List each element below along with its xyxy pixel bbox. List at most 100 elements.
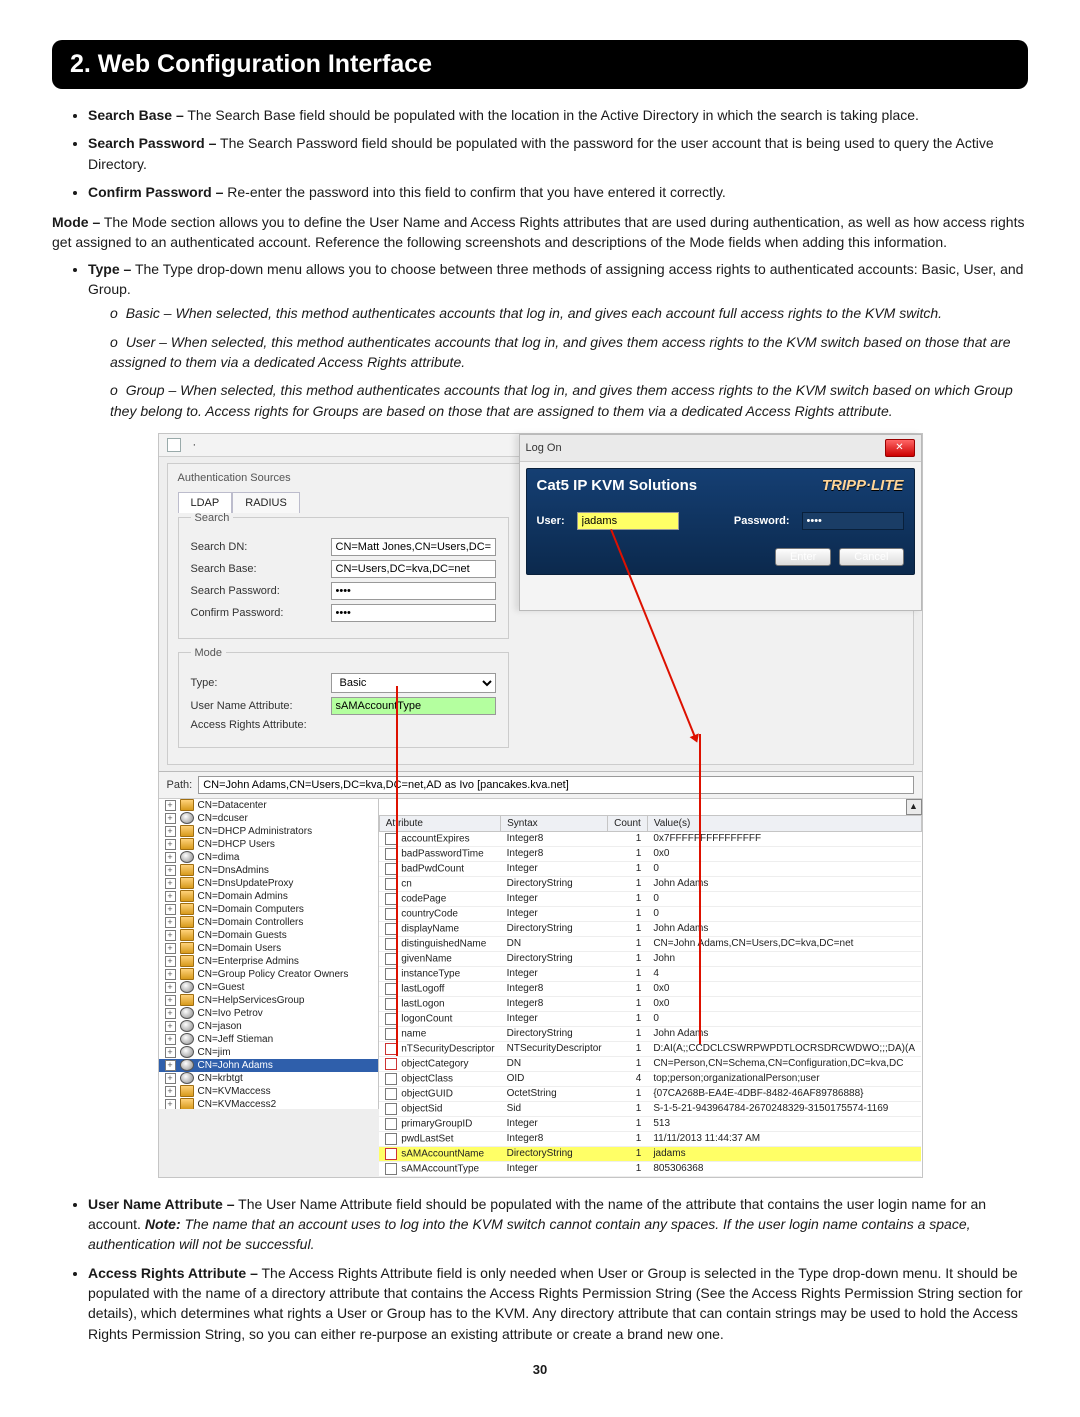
tree-node[interactable]: +CN=Group Policy Creator Owners	[159, 968, 378, 981]
tree-toggle-icon[interactable]: +	[165, 1008, 176, 1019]
attr-syntax: DirectoryString	[501, 951, 608, 966]
ldap-tree[interactable]: +CN=Datacenter+CN=dcuser+CN=DHCP Adminis…	[159, 799, 379, 1109]
attr-row[interactable]: cnDirectoryString1John Adams	[379, 876, 921, 891]
confirm-password-input[interactable]	[331, 604, 496, 622]
tree-toggle-icon[interactable]: +	[165, 995, 176, 1006]
attr-row[interactable]: objectCategoryDN1CN=Person,CN=Schema,CN=…	[379, 1056, 921, 1071]
tab-radius[interactable]: RADIUS	[232, 492, 300, 513]
tree-toggle-icon[interactable]: +	[165, 1099, 176, 1109]
tree-toggle-icon[interactable]: +	[165, 800, 176, 811]
attr-row[interactable]: codePageInteger10	[379, 891, 921, 906]
tree-toggle-icon[interactable]: +	[165, 930, 176, 941]
col-syntax[interactable]: Syntax	[501, 815, 608, 831]
tree-node[interactable]: +CN=krbtgt	[159, 1072, 378, 1085]
ldap-path-input[interactable]	[198, 776, 913, 794]
tree-toggle-icon[interactable]: +	[165, 917, 176, 928]
attr-row[interactable]: distinguishedNameDN1CN=John Adams,CN=Use…	[379, 936, 921, 951]
search-password-input[interactable]	[331, 582, 496, 600]
mode-type-select[interactable]: Basic	[331, 673, 496, 693]
tree-toggle-icon[interactable]: +	[165, 1021, 176, 1032]
tab-ldap[interactable]: LDAP	[178, 492, 233, 513]
tree-node[interactable]: +CN=dcuser	[159, 812, 378, 825]
tree-toggle-icon[interactable]: +	[165, 956, 176, 967]
attr-row[interactable]: instanceTypeInteger14	[379, 966, 921, 981]
page-number: 30	[52, 1362, 1028, 1377]
attr-row[interactable]: lastLogoffInteger810x0	[379, 981, 921, 996]
search-dn-input[interactable]	[331, 538, 496, 556]
folder-icon	[180, 1098, 194, 1109]
tree-toggle-icon[interactable]: +	[165, 891, 176, 902]
tree-node[interactable]: +CN=Datacenter	[159, 799, 378, 812]
folder-icon	[180, 890, 194, 902]
close-icon[interactable]: ✕	[885, 439, 915, 457]
attr-syntax: DirectoryString	[501, 921, 608, 936]
attr-value: 0x0	[647, 996, 921, 1011]
attr-syntax: OID	[501, 1071, 608, 1086]
search-base-input[interactable]	[331, 560, 496, 578]
tree-toggle-icon[interactable]: +	[165, 865, 176, 876]
attr-row[interactable]: logonCountInteger10	[379, 1011, 921, 1026]
tree-node[interactable]: +CN=jason	[159, 1020, 378, 1033]
tree-toggle-icon[interactable]: +	[165, 813, 176, 824]
attr-row[interactable]: lastLogonInteger810x0	[379, 996, 921, 1011]
tree-node[interactable]: +CN=Domain Controllers	[159, 916, 378, 929]
tree-node[interactable]: +CN=jim	[159, 1046, 378, 1059]
tree-node[interactable]: +CN=Domain Computers	[159, 903, 378, 916]
col-value[interactable]: Value(s)	[647, 815, 921, 831]
tree-toggle-icon[interactable]: +	[165, 1047, 176, 1058]
tree-toggle-icon[interactable]: +	[165, 982, 176, 993]
attr-row[interactable]: countryCodeInteger10	[379, 906, 921, 921]
tree-toggle-icon[interactable]: +	[165, 839, 176, 850]
toolbar-checkbox[interactable]	[167, 438, 181, 452]
tree-node[interactable]: +CN=DnsUpdateProxy	[159, 877, 378, 890]
attr-row[interactable]: givenNameDirectoryString1John	[379, 951, 921, 966]
attr-row[interactable]: displayNameDirectoryString1John Adams	[379, 921, 921, 936]
tree-node[interactable]: +CN=dima	[159, 851, 378, 864]
logon-user-input[interactable]	[577, 512, 679, 530]
tree-toggle-icon[interactable]: +	[165, 969, 176, 980]
attr-row[interactable]: accountExpiresInteger810x7FFFFFFFFFFFFFF…	[379, 831, 921, 846]
attr-row[interactable]: objectClassOID4top;person;organizational…	[379, 1071, 921, 1086]
tree-node[interactable]: +CN=Domain Users	[159, 942, 378, 955]
tree-node[interactable]: +CN=DHCP Administrators	[159, 825, 378, 838]
tree-node[interactable]: +CN=Domain Guests	[159, 929, 378, 942]
tree-node[interactable]: +CN=DnsAdmins	[159, 864, 378, 877]
mode-una-input[interactable]	[331, 697, 496, 715]
tree-node[interactable]: +CN=Domain Admins	[159, 890, 378, 903]
tree-toggle-icon[interactable]: +	[165, 904, 176, 915]
attr-row[interactable]: objectGUIDOctetString1{07CA268B-EA4E-4DB…	[379, 1086, 921, 1101]
attr-row[interactable]: badPasswordTimeInteger810x0	[379, 846, 921, 861]
tree-toggle-icon[interactable]: +	[165, 1034, 176, 1045]
tree-toggle-icon[interactable]: +	[165, 943, 176, 954]
scroll-up-icon[interactable]: ▲	[906, 799, 922, 815]
tree-node[interactable]: +CN=DHCP Users	[159, 838, 378, 851]
tree-node[interactable]: +CN=Ivo Petrov	[159, 1007, 378, 1020]
tree-node[interactable]: +CN=Enterprise Admins	[159, 955, 378, 968]
tree-toggle-icon[interactable]: +	[165, 826, 176, 837]
tree-toggle-icon[interactable]: +	[165, 1073, 176, 1084]
tree-node[interactable]: +CN=KVMaccess2	[159, 1098, 378, 1109]
bullet-search-password-text: The Search Password field should be popu…	[88, 135, 994, 171]
tree-toggle-icon[interactable]: +	[165, 1086, 176, 1097]
logon-password-input[interactable]	[802, 512, 904, 530]
col-count[interactable]: Count	[608, 815, 648, 831]
tree-toggle-icon[interactable]: +	[165, 878, 176, 889]
tree-node[interactable]: +CN=HelpServicesGroup	[159, 994, 378, 1007]
tree-node[interactable]: +CN=Jeff Stieman	[159, 1033, 378, 1046]
attr-row[interactable]: nTSecurityDescriptorNTSecurityDescriptor…	[379, 1041, 921, 1056]
attr-row[interactable]: primaryGroupIDInteger1513	[379, 1116, 921, 1131]
tree-node[interactable]: +CN=John Adams	[159, 1059, 378, 1072]
attr-row[interactable]: sAMAccountTypeInteger1805306368	[379, 1161, 921, 1176]
attr-row[interactable]: badPwdCountInteger10	[379, 861, 921, 876]
tree-node[interactable]: +CN=Guest	[159, 981, 378, 994]
attr-row[interactable]: objectSidSid1S-1-5-21-943964784-26702483…	[379, 1101, 921, 1116]
attr-row[interactable]: sAMAccountNameDirectoryString1jadams	[379, 1146, 921, 1161]
tree-toggle-icon[interactable]: +	[165, 1060, 176, 1071]
tree-toggle-icon[interactable]: +	[165, 852, 176, 863]
tree-node[interactable]: +CN=KVMaccess	[159, 1085, 378, 1098]
cancel-button[interactable]: Cancel	[839, 548, 903, 566]
enter-button[interactable]: Enter	[775, 548, 831, 566]
attr-row[interactable]: nameDirectoryString1John Adams	[379, 1026, 921, 1041]
tab-radius-label: RADIUS	[245, 497, 287, 509]
attr-row[interactable]: pwdLastSetInteger8111/11/2013 11:44:37 A…	[379, 1131, 921, 1146]
